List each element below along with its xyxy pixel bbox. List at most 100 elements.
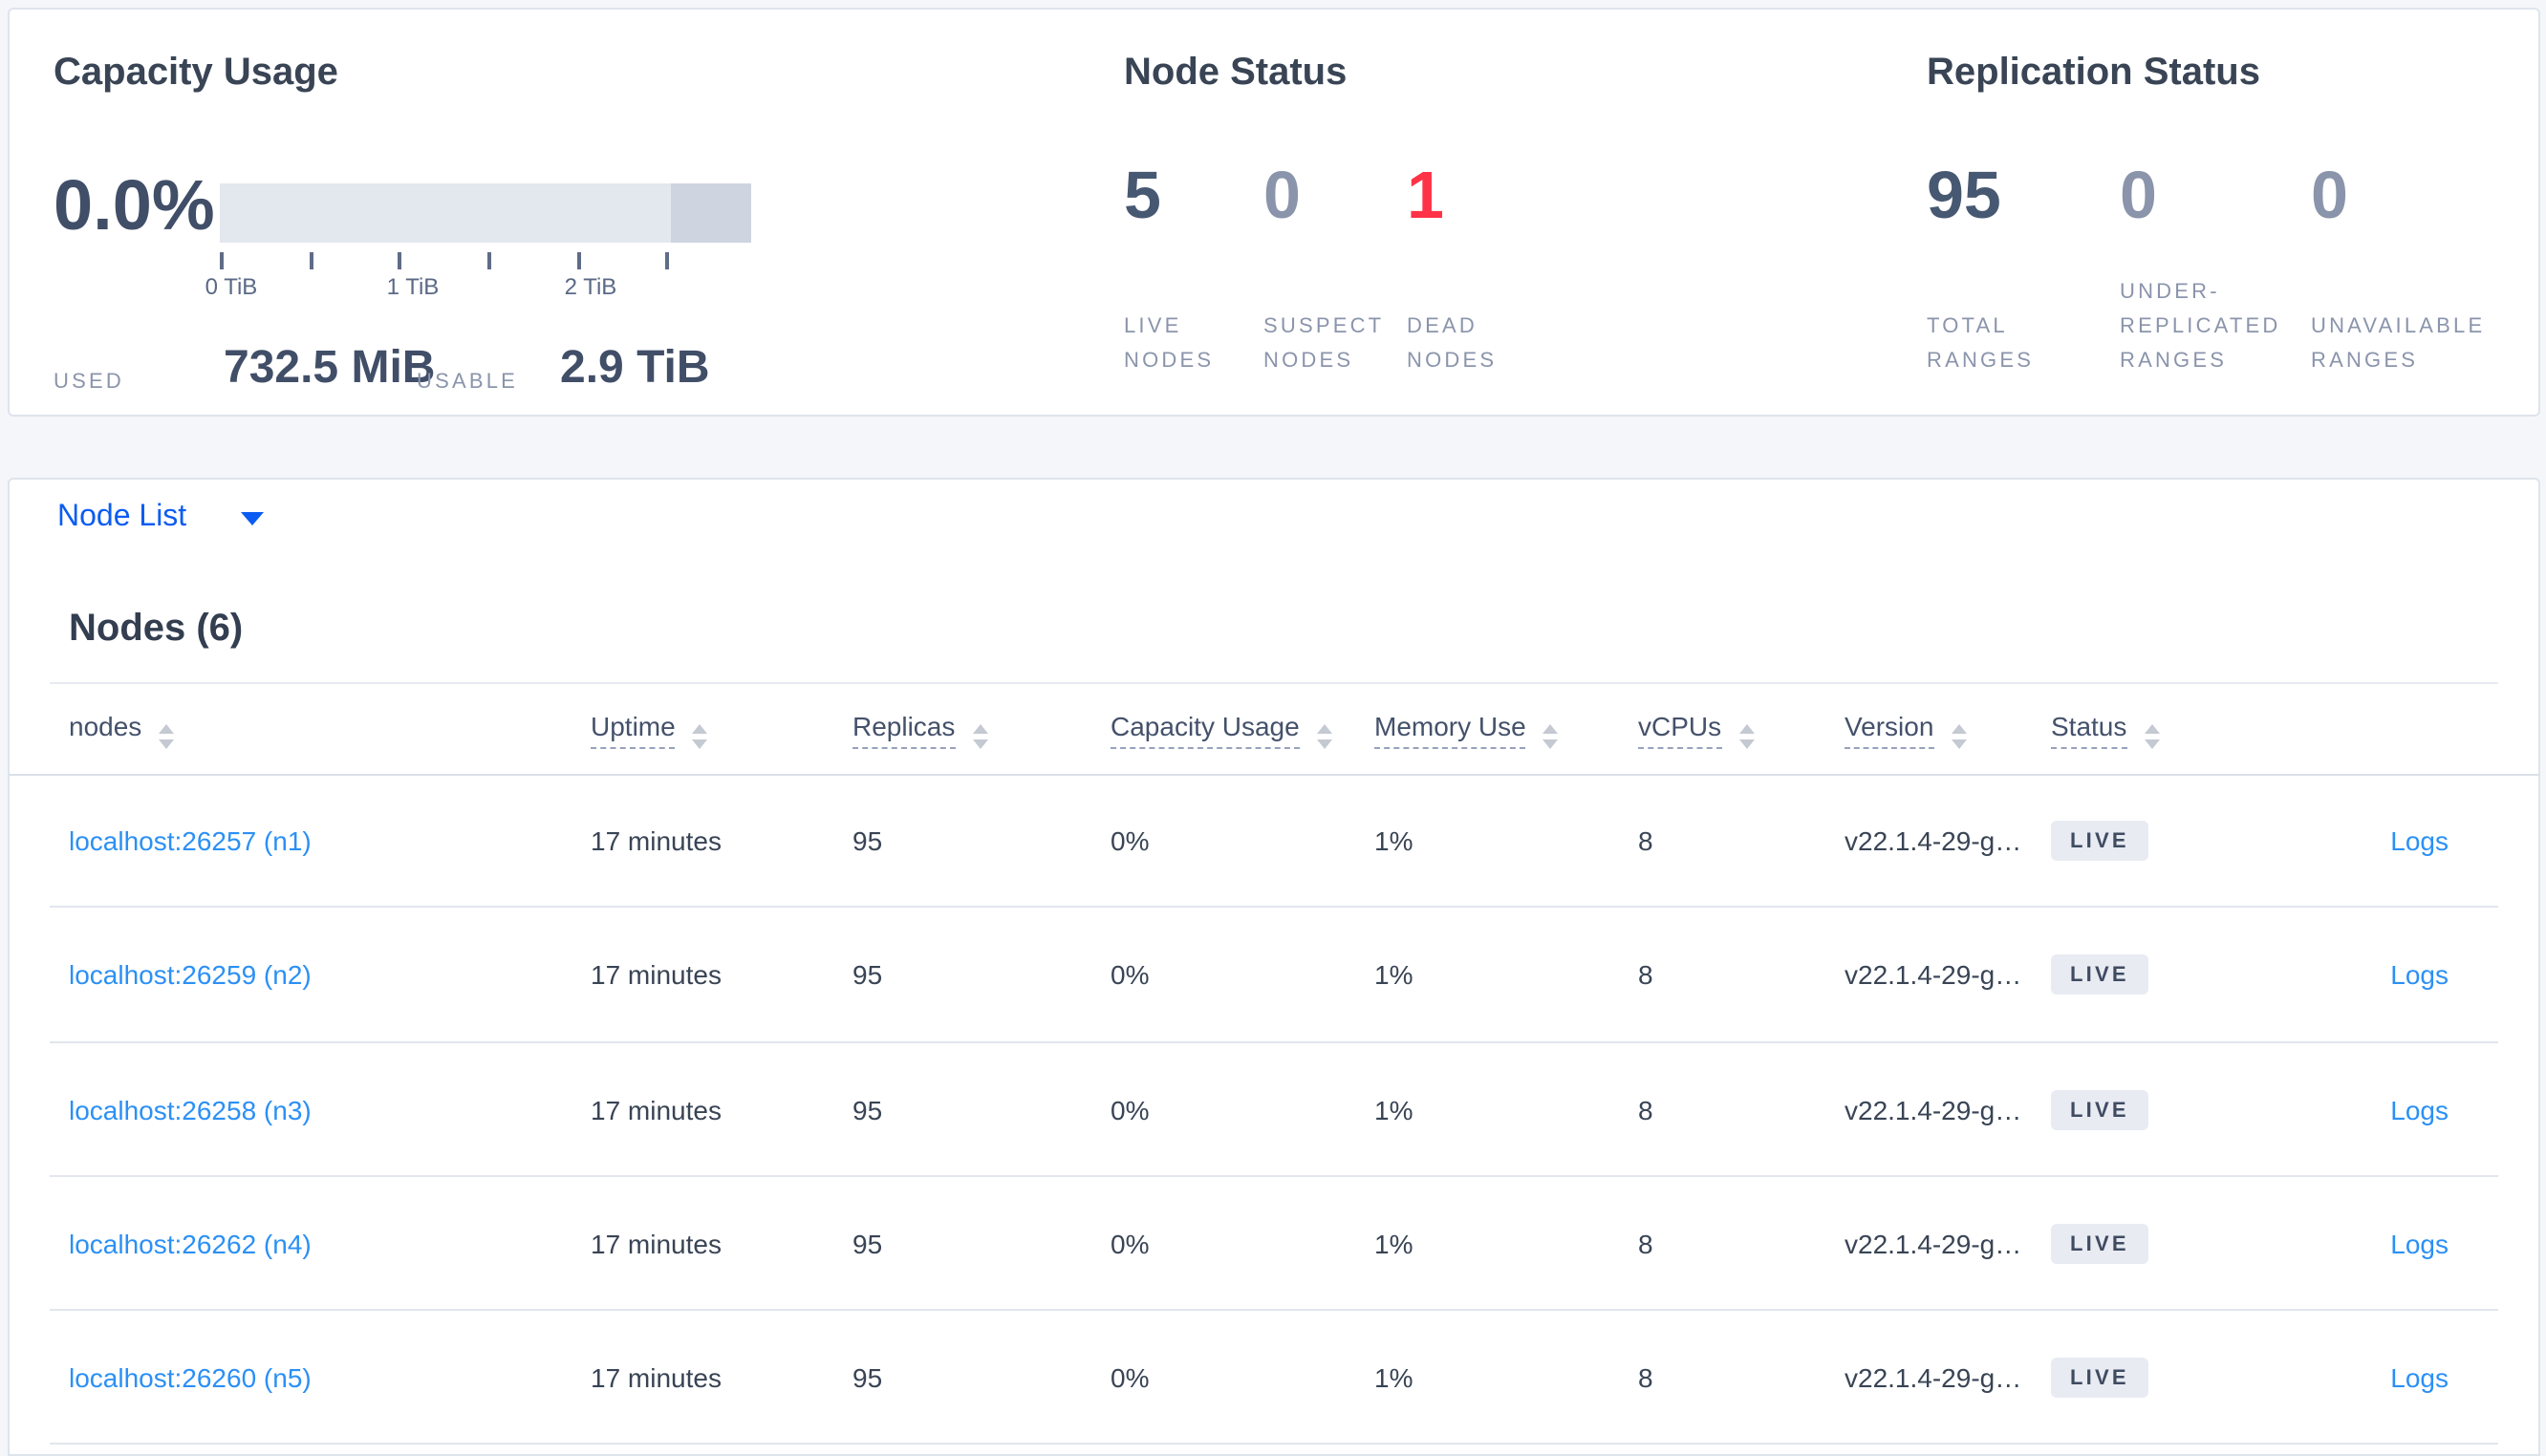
- sort-icon: [1738, 723, 1755, 748]
- axis-tick: [487, 252, 491, 269]
- sort-icon: [1543, 723, 1559, 748]
- capacity-usage-cell: 0%: [1111, 825, 1150, 857]
- replicas-cell: 95: [852, 959, 883, 991]
- axis-tick-label: 0 TiB: [205, 273, 258, 300]
- capacity-bar: [220, 183, 751, 243]
- memory-use-cell: 1%: [1374, 825, 1413, 857]
- memory-use-cell: 1%: [1374, 1094, 1413, 1125]
- table-row: localhost:26259 (n2) 17 minutes 95 0% 1%…: [10, 909, 2538, 1043]
- node-link[interactable]: localhost:26258 (n3): [69, 1094, 312, 1124]
- nodes-table-title: Nodes (6): [69, 608, 244, 650]
- live-nodes-stat: 5 LIVE NODES: [1124, 159, 1262, 378]
- used-value: 732.5 MiB: [224, 342, 436, 394]
- node-link[interactable]: localhost:26262 (n4): [69, 1229, 312, 1259]
- axis-tick-label: 2 TiB: [564, 273, 617, 300]
- used-label: USED: [54, 371, 124, 394]
- nodes-table-card: Nodes (6) nodes Uptime Replicas Capacity…: [8, 556, 2540, 1456]
- logs-link[interactable]: Logs: [2390, 825, 2449, 856]
- vcpus-cell: 8: [1638, 959, 1653, 991]
- node-link[interactable]: localhost:26257 (n1): [69, 825, 312, 856]
- column-header-version[interactable]: Version: [1845, 710, 1967, 748]
- replicas-cell: 95: [852, 1362, 883, 1394]
- column-header-status[interactable]: Status: [2051, 710, 2160, 748]
- axis-tick: [310, 252, 313, 269]
- sort-icon: [1316, 723, 1332, 748]
- view-selector-label: Node List: [57, 501, 187, 533]
- sort-icon: [159, 723, 175, 748]
- axis-tick-label: 1 TiB: [386, 273, 440, 300]
- uptime-cell: 17 minutes: [591, 1362, 722, 1394]
- table-body: localhost:26257 (n1) 17 minutes 95 0% 1%…: [10, 774, 2538, 1446]
- column-header-replicas[interactable]: Replicas: [852, 710, 988, 748]
- sort-icon: [692, 723, 708, 748]
- capacity-bar-unusable-segment: [671, 183, 751, 243]
- replicas-cell: 95: [852, 825, 883, 857]
- stat-label: DEAD NODES: [1407, 315, 1498, 373]
- status-badge: LIVE: [2051, 821, 2148, 862]
- status-badge: LIVE: [2051, 1224, 2148, 1265]
- logs-link[interactable]: Logs: [2390, 960, 2449, 991]
- total-ranges-stat: 95 TOTAL RANGES: [1927, 159, 2103, 378]
- capacity-usage-cell: 0%: [1111, 1362, 1150, 1394]
- version-cell: v22.1.4-29-g…: [1845, 1229, 2022, 1260]
- version-cell: v22.1.4-29-g…: [1845, 1094, 2022, 1125]
- column-header-nodes[interactable]: nodes: [69, 710, 175, 748]
- status-badge: LIVE: [2051, 1358, 2148, 1399]
- table-row: localhost:26258 (n3) 17 minutes 95 0% 1%…: [10, 1042, 2538, 1178]
- status-badge: LIVE: [2051, 954, 2148, 996]
- logs-link[interactable]: Logs: [2390, 1229, 2449, 1259]
- stat-label: UNAVAILABLE RANGES: [2311, 315, 2486, 373]
- stat-value: 0: [1263, 159, 1301, 233]
- replication-status-title: Replication Status: [1927, 52, 2260, 94]
- logs-link[interactable]: Logs: [2390, 1094, 2449, 1124]
- capacity-usage-title: Capacity Usage: [54, 52, 338, 94]
- suspect-nodes-stat: 0 SUSPECT NODES: [1263, 159, 1401, 378]
- capacity-usage-cell: 0%: [1111, 1094, 1150, 1125]
- sort-icon: [2144, 723, 2160, 748]
- memory-use-cell: 1%: [1374, 1229, 1413, 1260]
- stat-label: TOTAL RANGES: [1927, 315, 2035, 373]
- version-cell: v22.1.4-29-g…: [1845, 959, 2022, 991]
- uptime-cell: 17 minutes: [591, 1094, 722, 1125]
- view-selector-dropdown[interactable]: Node List: [8, 478, 2540, 558]
- axis-tick: [665, 252, 669, 269]
- status-badge: LIVE: [2051, 1089, 2148, 1130]
- node-link[interactable]: localhost:26259 (n2): [69, 960, 312, 991]
- dead-nodes-stat: 1 DEAD NODES: [1407, 159, 1544, 378]
- column-header-vcpus[interactable]: vCPUs: [1638, 710, 1755, 748]
- vcpus-cell: 8: [1638, 1094, 1653, 1125]
- logs-link[interactable]: Logs: [2390, 1363, 2449, 1394]
- version-cell: v22.1.4-29-g…: [1845, 825, 2022, 857]
- stat-value: 95: [1927, 159, 2001, 233]
- column-header-memory-use[interactable]: Memory Use: [1374, 710, 1559, 748]
- table-header-row: nodes Uptime Replicas Capacity Usage Mem…: [10, 684, 2538, 776]
- unavailable-ranges-stat: 0 UNAVAILABLE RANGES: [2311, 159, 2494, 378]
- summary-panel: Capacity Usage 0.0% 0 TiB 1 TiB 2 TiB US…: [8, 8, 2540, 417]
- capacity-usage-cell: 0%: [1111, 959, 1150, 991]
- cluster-overview-page: Capacity Usage 0.0% 0 TiB 1 TiB 2 TiB US…: [0, 0, 2546, 1456]
- version-cell: v22.1.4-29-g…: [1845, 1362, 2022, 1394]
- axis-tick: [220, 252, 224, 269]
- under-replicated-ranges-stat: 0 UNDER-REPLICATED RANGES: [2120, 159, 2296, 378]
- axis-tick: [398, 252, 401, 269]
- column-header-capacity-usage[interactable]: Capacity Usage: [1111, 710, 1332, 748]
- uptime-cell: 17 minutes: [591, 825, 722, 857]
- memory-use-cell: 1%: [1374, 1362, 1413, 1394]
- stat-label: LIVE NODES: [1124, 315, 1215, 373]
- stat-value: 1: [1407, 159, 1444, 233]
- stat-value: 0: [2120, 159, 2157, 233]
- column-header-uptime[interactable]: Uptime: [591, 710, 708, 748]
- capacity-usage-cell: 0%: [1111, 1229, 1150, 1260]
- replicas-cell: 95: [852, 1094, 883, 1125]
- axis-tick: [577, 252, 581, 269]
- uptime-cell: 17 minutes: [591, 959, 722, 991]
- uptime-cell: 17 minutes: [591, 1229, 722, 1260]
- node-link[interactable]: localhost:26260 (n5): [69, 1363, 312, 1394]
- stat-label: SUSPECT NODES: [1263, 315, 1384, 373]
- vcpus-cell: 8: [1638, 825, 1653, 857]
- table-row: localhost:26260 (n5) 17 minutes 95 0% 1%…: [10, 1311, 2538, 1446]
- usable-value: 2.9 TiB: [560, 342, 710, 394]
- usable-label: USABLE: [417, 371, 519, 394]
- vcpus-cell: 8: [1638, 1362, 1653, 1394]
- stat-value: 5: [1124, 159, 1161, 233]
